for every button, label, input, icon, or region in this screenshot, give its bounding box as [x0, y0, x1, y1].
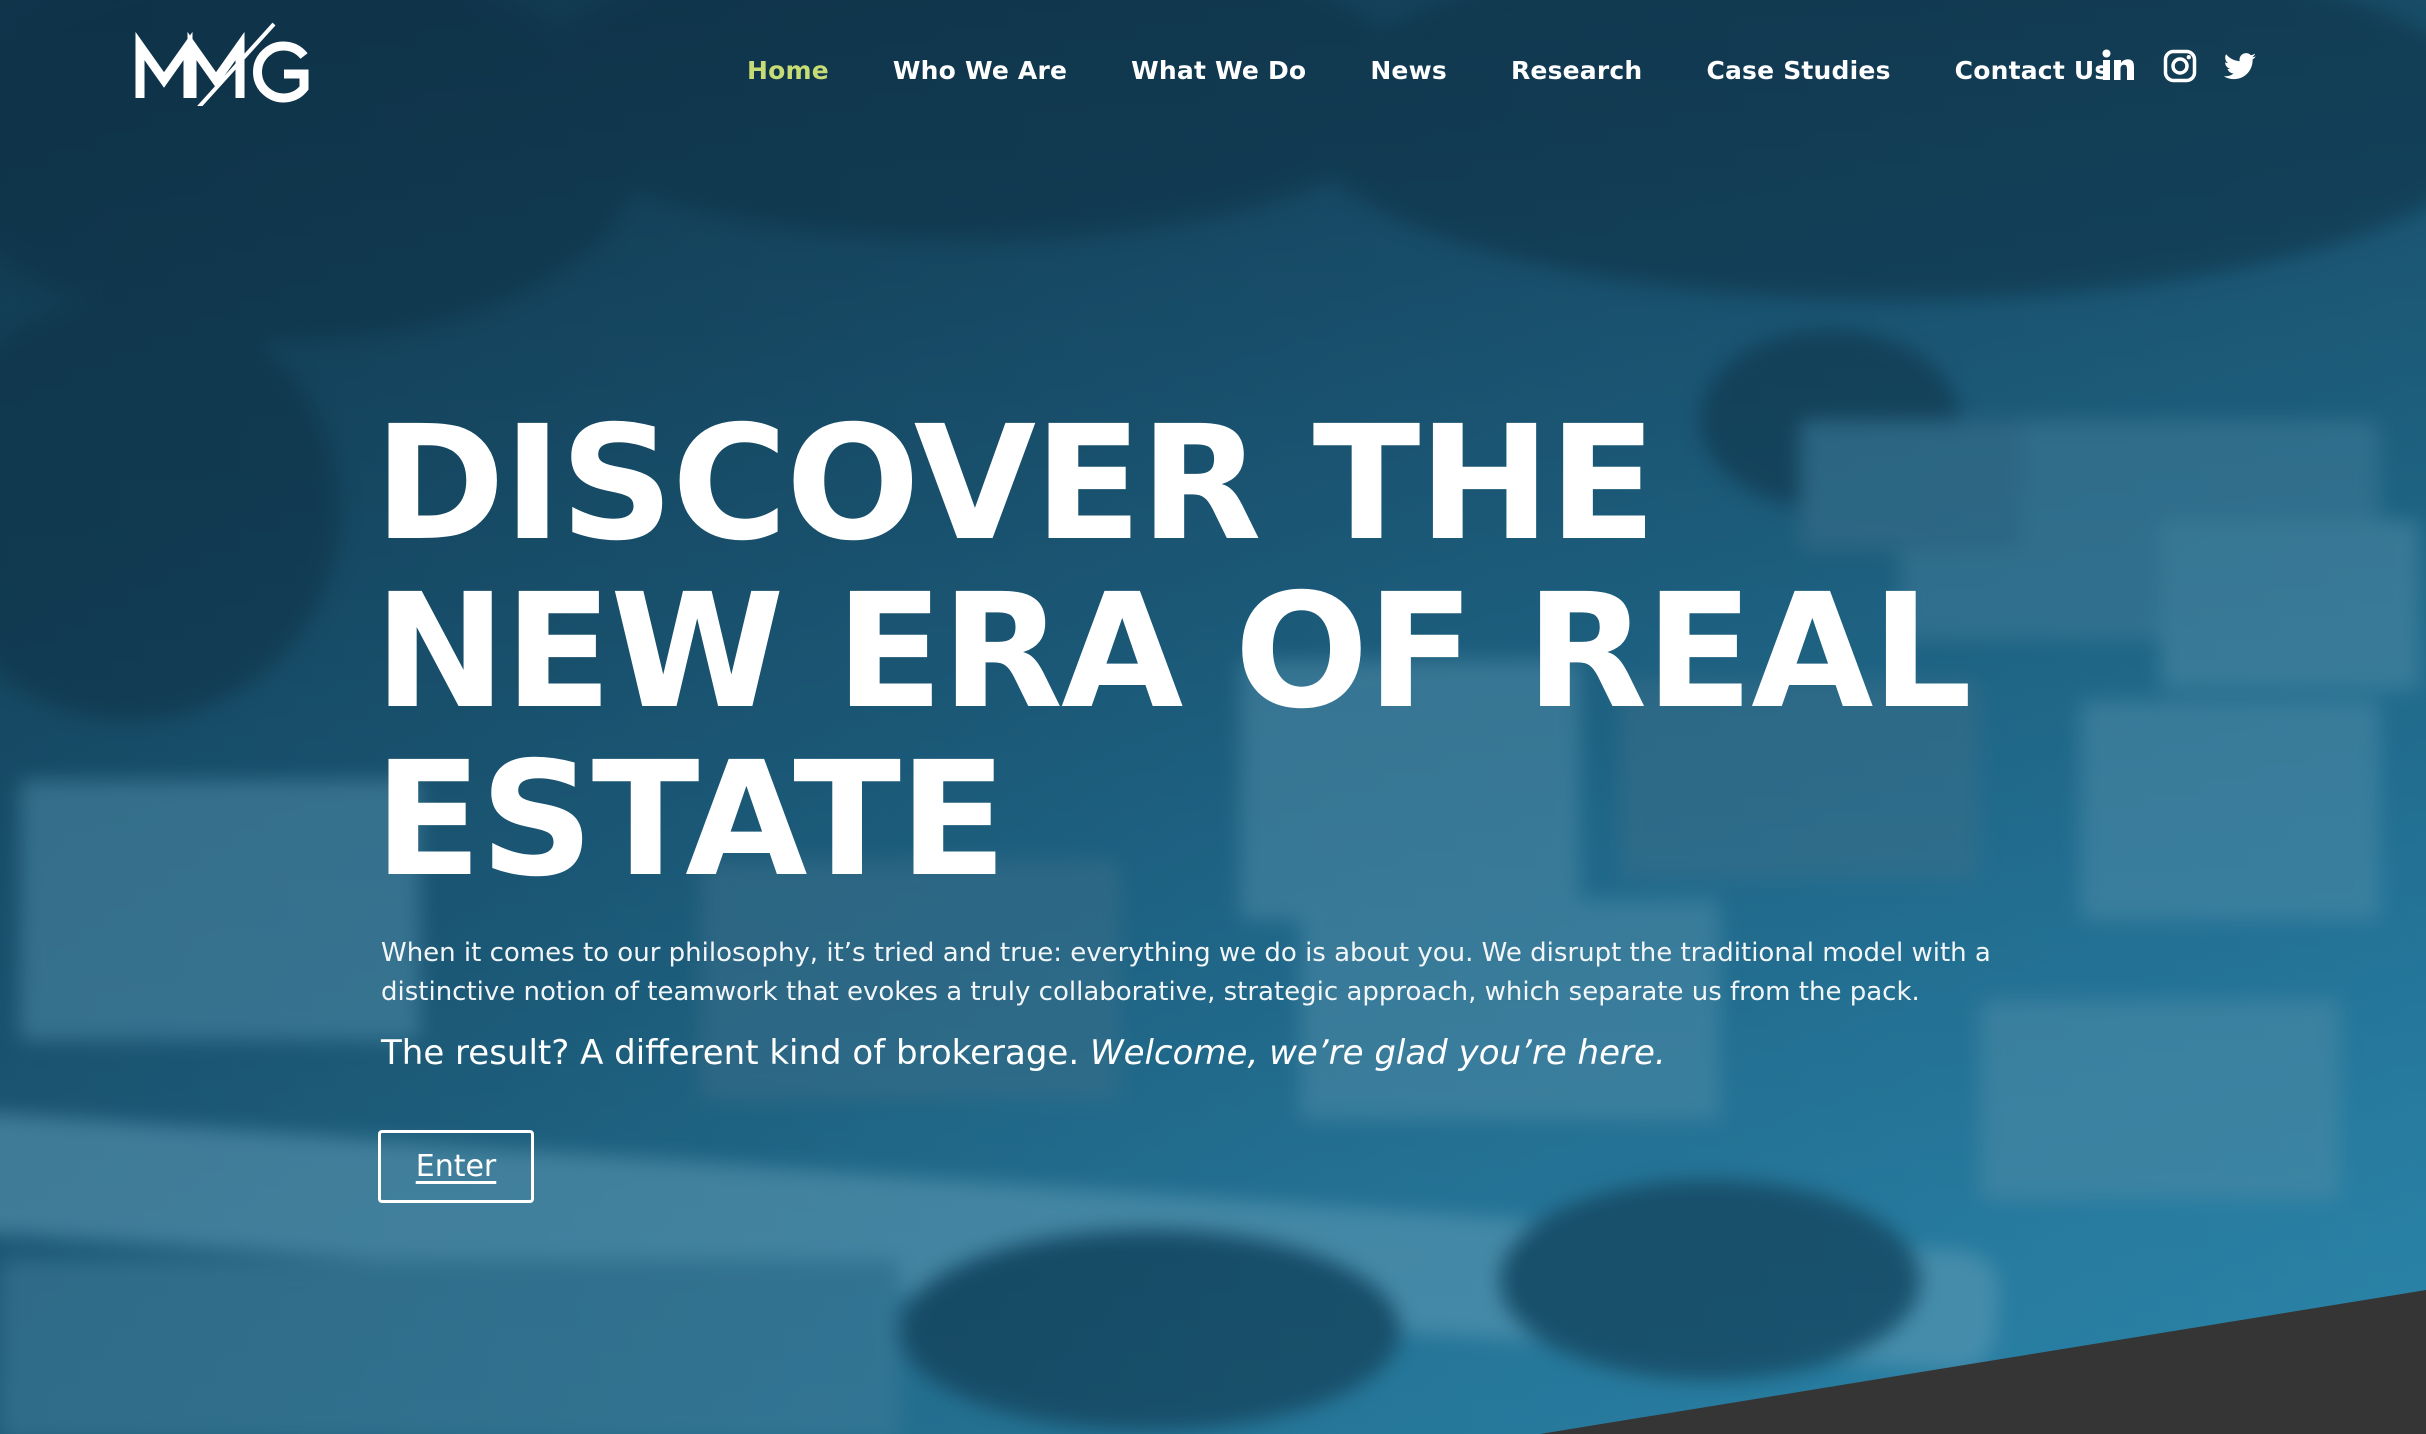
social-links [2100, 44, 2258, 88]
mmg-logo[interactable] [134, 22, 314, 110]
tagline-plain: The result? A different kind of brokerag… [381, 1033, 1090, 1073]
logo-mark-icon [135, 22, 309, 110]
nav-research[interactable]: Research [1511, 56, 1642, 85]
nav-case-studies[interactable]: Case Studies [1706, 56, 1890, 85]
nav-who-we-are[interactable]: Who We Are [893, 56, 1067, 85]
nav-news[interactable]: News [1370, 56, 1447, 85]
hero-tagline: The result? A different kind of brokerag… [381, 1030, 2081, 1076]
twitter-icon[interactable] [2222, 48, 2258, 84]
hero-intro: When it comes to our philosophy, it’s tr… [381, 938, 1991, 1007]
nav-home[interactable]: Home [747, 56, 829, 85]
nav-what-we-do[interactable]: What We Do [1131, 56, 1306, 85]
headline-line-1: DISCOVER THE [374, 392, 1657, 576]
instagram-icon[interactable] [2162, 48, 2198, 84]
headline-line-3: ESTATE [374, 728, 1007, 912]
linkedin-icon[interactable] [2100, 48, 2136, 84]
nav-contact-us[interactable]: Contact Us [1955, 56, 2110, 85]
hero-headline: DISCOVER THE NEW ERA OF REAL ESTATE [374, 400, 2074, 904]
tagline-italic: Welcome, we’re glad you’re here. [1089, 1033, 1666, 1073]
main-nav: Home Who We Are What We Do News Research… [747, 52, 2109, 88]
enter-button[interactable]: Enter [378, 1130, 534, 1203]
headline-line-2: NEW ERA OF REAL [374, 560, 1972, 744]
